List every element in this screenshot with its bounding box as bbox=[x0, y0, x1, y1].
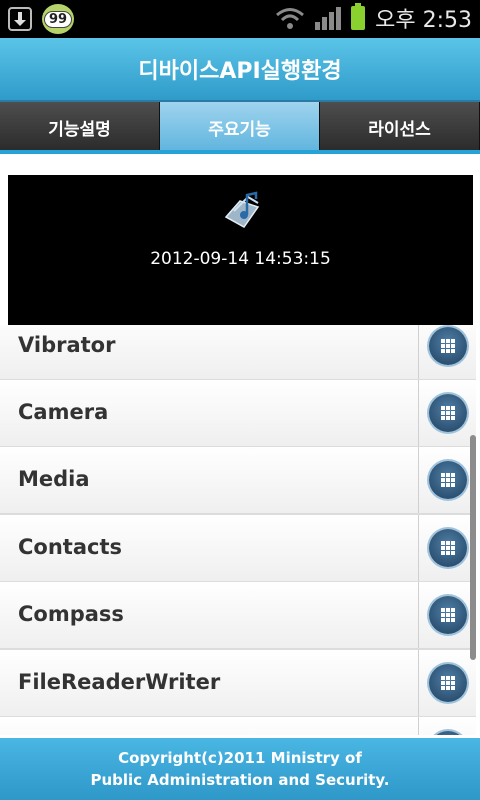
download-icon bbox=[8, 7, 32, 31]
divider bbox=[418, 515, 419, 581]
list-item-label: Vibrator bbox=[18, 333, 116, 357]
list-item-label: Contacts bbox=[18, 535, 122, 559]
signal-icon bbox=[315, 6, 342, 30]
list-item-label: Compass bbox=[18, 602, 124, 626]
music-icon bbox=[224, 191, 260, 228]
player-timestamp: 2012-09-14 14:53:15 bbox=[150, 249, 331, 269]
divider bbox=[418, 447, 419, 513]
tab-divider bbox=[0, 150, 480, 154]
tab-main-features[interactable]: 주요기능 bbox=[160, 102, 320, 152]
grid-icon[interactable] bbox=[429, 596, 467, 634]
list-item-partial[interactable] bbox=[0, 717, 476, 735]
list-item-vibrator[interactable]: Vibrator bbox=[0, 325, 476, 381]
app-title-bar: 디바이스API실행환경 bbox=[0, 38, 480, 100]
paw-notification-icon: 99 bbox=[42, 4, 74, 34]
divider bbox=[418, 325, 419, 379]
list-item-filereaderwriter[interactable]: FileReaderWriter bbox=[0, 650, 476, 718]
scrollbar[interactable] bbox=[470, 435, 476, 660]
feature-list: Vibrator Camera Media Contacts Compass F… bbox=[0, 325, 480, 735]
tab-description[interactable]: 기능설명 bbox=[0, 102, 160, 152]
list-item-camera[interactable]: Camera bbox=[0, 380, 476, 448]
divider bbox=[418, 380, 419, 446]
app-title: 디바이스API실행환경 bbox=[138, 59, 342, 84]
notification-badge: 99 bbox=[43, 10, 73, 28]
footer: Copyright(c)2011 Ministry of Public Admi… bbox=[0, 738, 480, 800]
wifi-icon bbox=[276, 8, 305, 29]
media-player[interactable]: 2012-09-14 14:53:15 bbox=[8, 175, 473, 325]
list-item-label: FileReaderWriter bbox=[18, 670, 221, 694]
status-time: 오후 2:53 bbox=[375, 8, 472, 33]
grid-icon[interactable] bbox=[429, 394, 467, 432]
divider bbox=[418, 582, 419, 648]
list-item-contacts[interactable]: Contacts bbox=[0, 515, 476, 583]
list-item-media[interactable]: Media bbox=[0, 447, 476, 515]
list-item-label: Camera bbox=[18, 400, 109, 424]
tab-bar: 기능설명 주요기능 라이선스 bbox=[0, 100, 480, 152]
battery-icon bbox=[351, 3, 366, 30]
list-item-label: Media bbox=[18, 467, 90, 491]
grid-icon[interactable] bbox=[429, 461, 467, 499]
grid-icon[interactable] bbox=[429, 664, 467, 702]
footer-copyright-line1: Copyright(c)2011 Ministry of bbox=[118, 749, 362, 767]
grid-icon[interactable] bbox=[429, 327, 467, 365]
status-bar: 99 오후 2:53 bbox=[0, 0, 480, 38]
divider bbox=[418, 717, 419, 735]
list-item-compass[interactable]: Compass bbox=[0, 582, 476, 650]
tab-license[interactable]: 라이선스 bbox=[320, 102, 480, 152]
divider bbox=[418, 650, 419, 716]
footer-copyright-line2: Public Administration and Security. bbox=[90, 771, 390, 789]
grid-icon[interactable] bbox=[429, 731, 467, 735]
grid-icon[interactable] bbox=[429, 529, 467, 567]
